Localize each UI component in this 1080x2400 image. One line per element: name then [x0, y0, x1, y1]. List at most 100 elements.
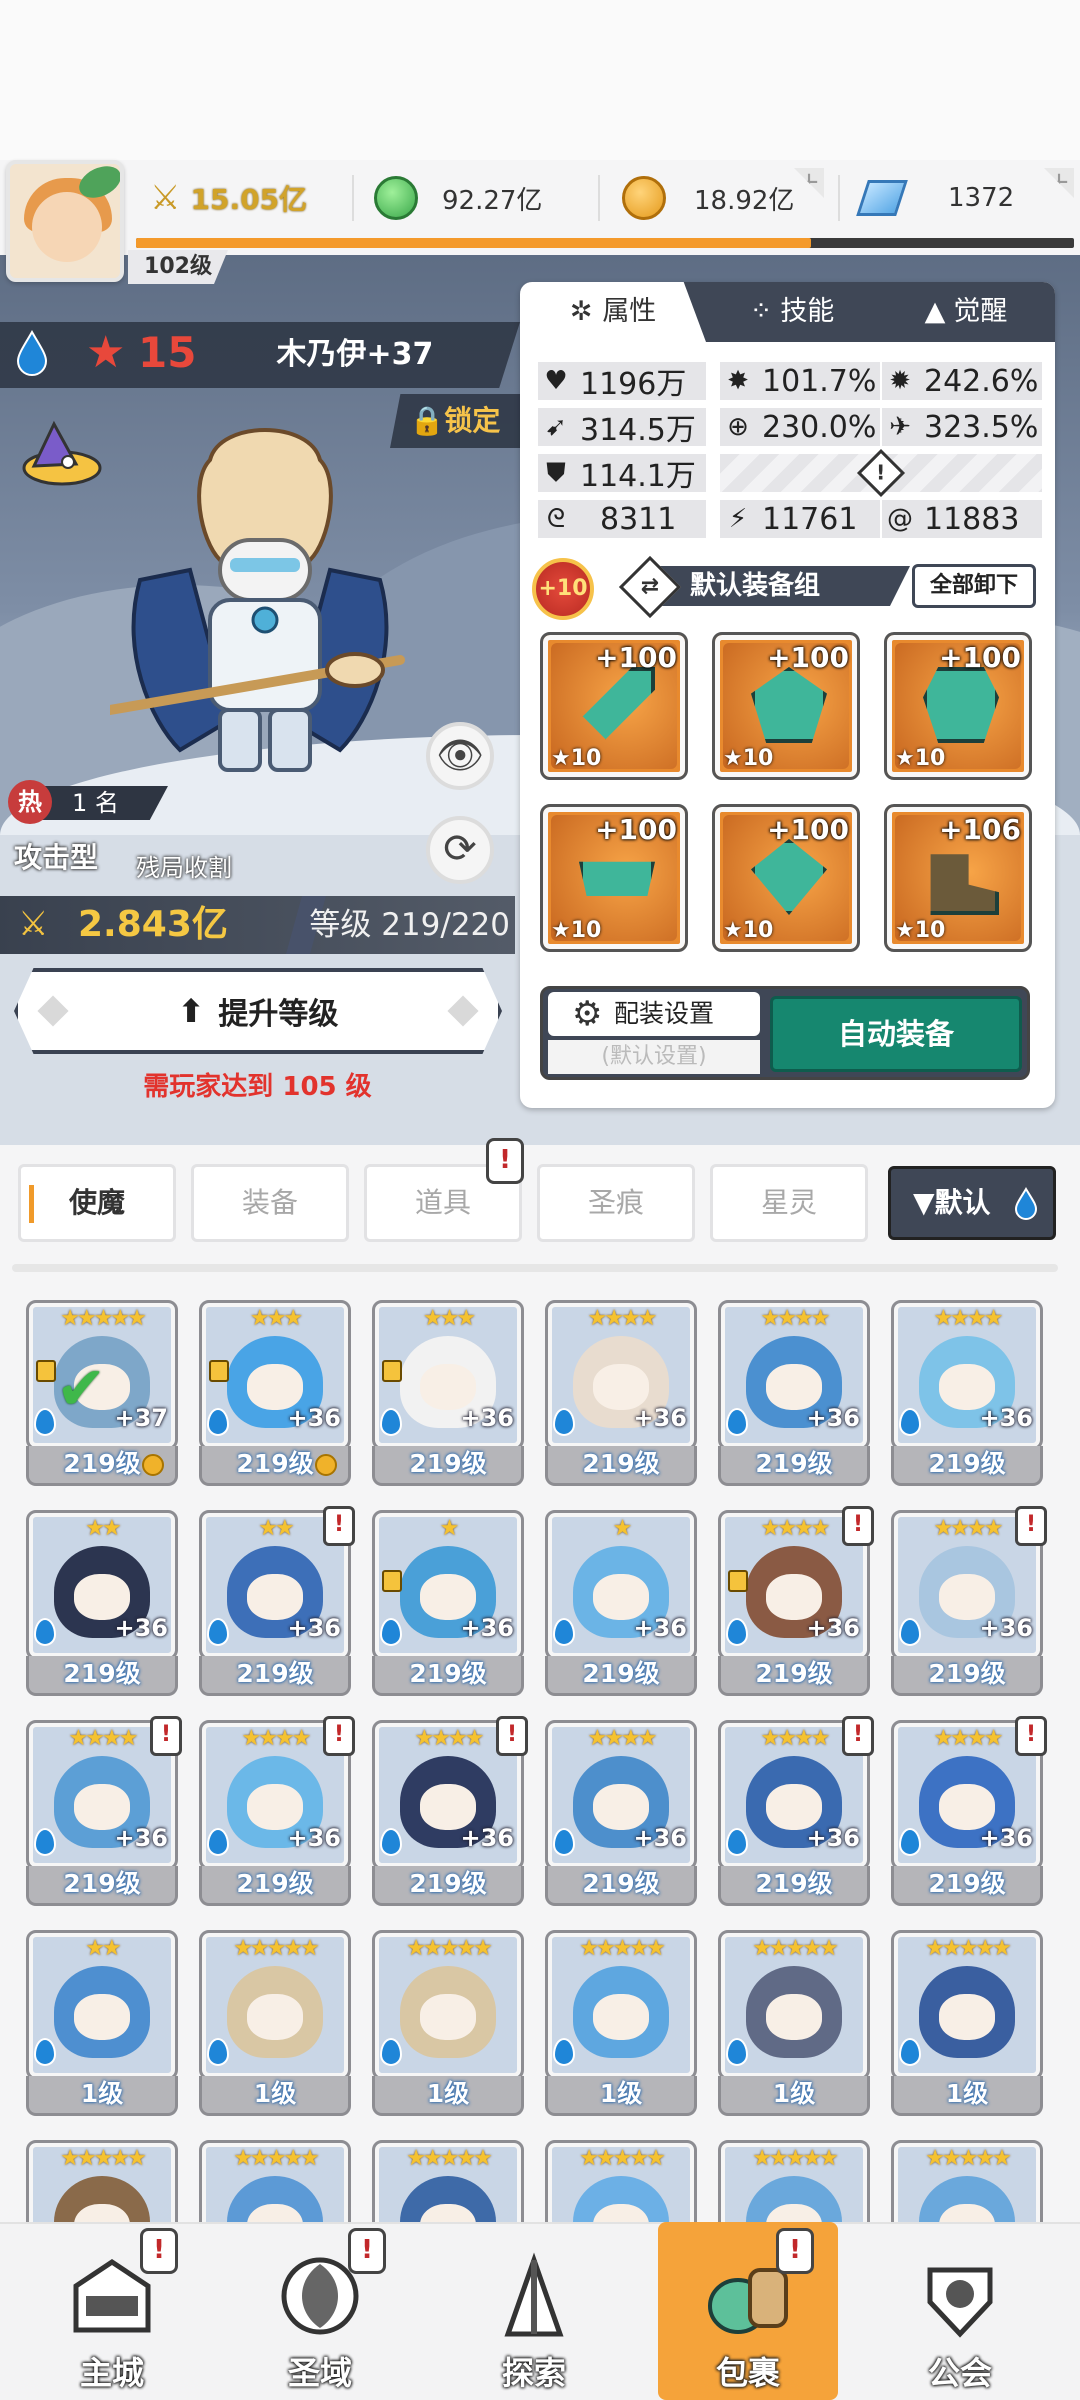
stat-speed: ✈ 323.5% [882, 408, 1042, 446]
scroll-indicator [12, 1264, 1058, 1272]
stat-value: 11761 [762, 501, 858, 537]
familiar-card[interactable]: ★★★★ +36 219级 [545, 1300, 697, 1486]
unequip-all-button[interactable]: 全部卸下 [912, 564, 1036, 608]
nav-label: 包裹 [715, 2354, 780, 2392]
tab-label: 觉醒 [953, 296, 1008, 327]
water-filter-icon [1014, 1187, 1038, 1220]
familiar-card[interactable]: ★★★★ +36 219级 [891, 1300, 1043, 1486]
view-model-button[interactable]: 👁 [426, 722, 494, 790]
gold-resource[interactable]: 18.92亿 [622, 168, 794, 228]
hero-name: 木乃伊+37 [276, 337, 434, 372]
warning-icon: ! [856, 448, 906, 498]
familiar-plus: +36 [979, 1824, 1033, 1852]
familiar-level: 1级 [545, 2076, 697, 2116]
familiar-card[interactable]: ★★★ +36 219级 [199, 1300, 351, 1486]
nav-label: 主城 [79, 2354, 144, 2392]
equip-slot-helmet[interactable]: +100 ★10 [712, 632, 860, 780]
equip-slot-belt[interactable]: +100 ★10 [540, 804, 688, 952]
familiar-plus: +36 [287, 1824, 341, 1852]
familiar-card[interactable]: ★★★★ +36 219级! [199, 1716, 355, 1906]
tab-star-spirits[interactable]: 星灵 [710, 1164, 868, 1242]
familiar-plus: +37 [114, 1404, 168, 1432]
crosshair-icon: ⊕ [727, 412, 749, 442]
familiar-card[interactable]: ★★★★★ 1级 [199, 1930, 351, 2116]
familiar-card[interactable]: ★★★★ +36 219级! [372, 1716, 528, 1906]
water-element-icon [899, 1618, 921, 1646]
familiar-card[interactable]: ★ +36 219级 [372, 1510, 524, 1696]
green-gem-resource[interactable]: 92.27亿 [374, 168, 542, 228]
auto-equip-button[interactable]: 自动装备 [770, 996, 1022, 1072]
familiar-level: 219级 [718, 1446, 870, 1486]
stat-value: 101.7% [762, 363, 877, 399]
familiar-card[interactable]: ★★★★★ +37 219级 ✔ [26, 1300, 178, 1486]
familiar-level: 219级 [545, 1866, 697, 1906]
tab-awaken[interactable]: ▲ 觉醒 [886, 282, 1046, 342]
enhance-badge[interactable]: +10 [532, 558, 594, 620]
hot-icon: 热 [8, 780, 52, 824]
familiar-level: 1级 [199, 2076, 351, 2116]
water-element-icon [34, 2038, 56, 2066]
water-element-icon [207, 1828, 229, 1856]
stat-crit-damage: ✹ 242.6% [882, 362, 1042, 400]
diamond-value: 1372 [948, 183, 1015, 213]
familiar-plus: +36 [287, 1614, 341, 1642]
nav-city[interactable]: 主城! [22, 2222, 202, 2400]
equip-slot-necklace[interactable]: +100 ★10 [712, 804, 860, 952]
player-avatar[interactable] [6, 160, 124, 282]
familiar-level: 219级 [718, 1656, 870, 1696]
familiar-card[interactable]: ★★★★ +36 219级! [891, 1506, 1047, 1696]
add-diamond-button[interactable]: + [1044, 168, 1074, 198]
familiar-stars: ★★★★★ [60, 2146, 147, 2171]
familiar-plus: +36 [287, 1404, 341, 1432]
equip-slot-boots[interactable]: +106 ★10 [884, 804, 1032, 952]
water-element-icon [380, 1408, 402, 1436]
familiar-card[interactable]: ★★★★ +36 219级! [26, 1716, 182, 1906]
nav-bag[interactable]: 包裹! [658, 2222, 838, 2400]
familiar-card[interactable]: ★★★★★ 1级 [545, 1930, 697, 2116]
familiar-card[interactable]: ★★★★ +36 219级 [718, 1300, 870, 1486]
water-element-icon [553, 1408, 575, 1436]
familiar-card[interactable]: ★★ +36 219级 [26, 1510, 178, 1696]
equip-slot-weapon[interactable]: +100 ★10 [540, 632, 688, 780]
stat-attack: ➹ 314.5万 [538, 408, 706, 448]
popularity-badge: 1 名 热 [8, 780, 168, 824]
water-element-icon [207, 1408, 229, 1436]
wizard-hat-icon[interactable] [14, 418, 102, 488]
familiar-card[interactable]: ★★★ +36 219级 [372, 1300, 524, 1486]
alert-icon: ! [496, 1716, 528, 1756]
tab-familiars[interactable]: 使魔 [18, 1164, 176, 1242]
familiar-card[interactable]: ★★★★ +36 219级 [545, 1720, 697, 1906]
nav-explore[interactable]: 探索 [444, 2222, 624, 2400]
diamond-resource[interactable]: 1372 [856, 168, 1015, 228]
familiar-card[interactable]: ★★★★★ 1级 [891, 1930, 1043, 2116]
familiar-card[interactable]: ★★ 1级 [26, 1930, 178, 2116]
nav-guild[interactable]: 公会 [870, 2222, 1050, 2400]
lock-icon: 🔒 [409, 404, 445, 437]
familiar-stars: ★★★★★ [925, 1936, 1012, 1961]
stat-value: 230.0% [762, 409, 877, 445]
familiar-card[interactable]: ★★★★ +36 219级! [718, 1716, 874, 1906]
rotate-button[interactable]: ⟳ [426, 816, 494, 884]
tab-skills[interactable]: ⁘ 技能 [712, 282, 872, 342]
water-element-icon [16, 330, 48, 376]
green-gem-value: 92.27亿 [442, 185, 543, 216]
add-gold-button[interactable]: + [794, 168, 824, 198]
nav-label: 圣域 [287, 2354, 352, 2392]
tab-stigmata[interactable]: 圣痕 [537, 1164, 695, 1242]
familiar-card[interactable]: ★★★★★ 1级 [372, 1930, 524, 2116]
upgrade-level-button[interactable]: ⬆ 提升等级 [14, 968, 502, 1054]
locked-stat-row: ! [720, 448, 1042, 498]
nav-sanctuary[interactable]: 圣域! [230, 2222, 410, 2400]
familiar-stars: ★★★★ [760, 1306, 831, 1331]
tab-attributes[interactable]: ✲ 属性 [520, 282, 706, 342]
familiar-card[interactable]: ★★★★★ 1级 [718, 1930, 870, 2116]
familiar-card[interactable]: ★★★★ +36 219级! [891, 1716, 1047, 1906]
equip-slot-chest[interactable]: +100 ★10 [884, 632, 1032, 780]
familiar-card[interactable]: ★★★★ +36 219级! [718, 1506, 874, 1696]
tab-equipment[interactable]: 装备 [191, 1164, 349, 1242]
familiar-card[interactable]: ★ +36 219级 [545, 1510, 697, 1696]
sort-default-button[interactable]: ▼默认 [888, 1166, 1056, 1240]
familiar-card[interactable]: ★★ +36 219级! [199, 1506, 355, 1696]
sword-power-icon: ⚔ [18, 904, 49, 944]
equip-set-selector[interactable]: 默认装备组 [660, 566, 910, 606]
